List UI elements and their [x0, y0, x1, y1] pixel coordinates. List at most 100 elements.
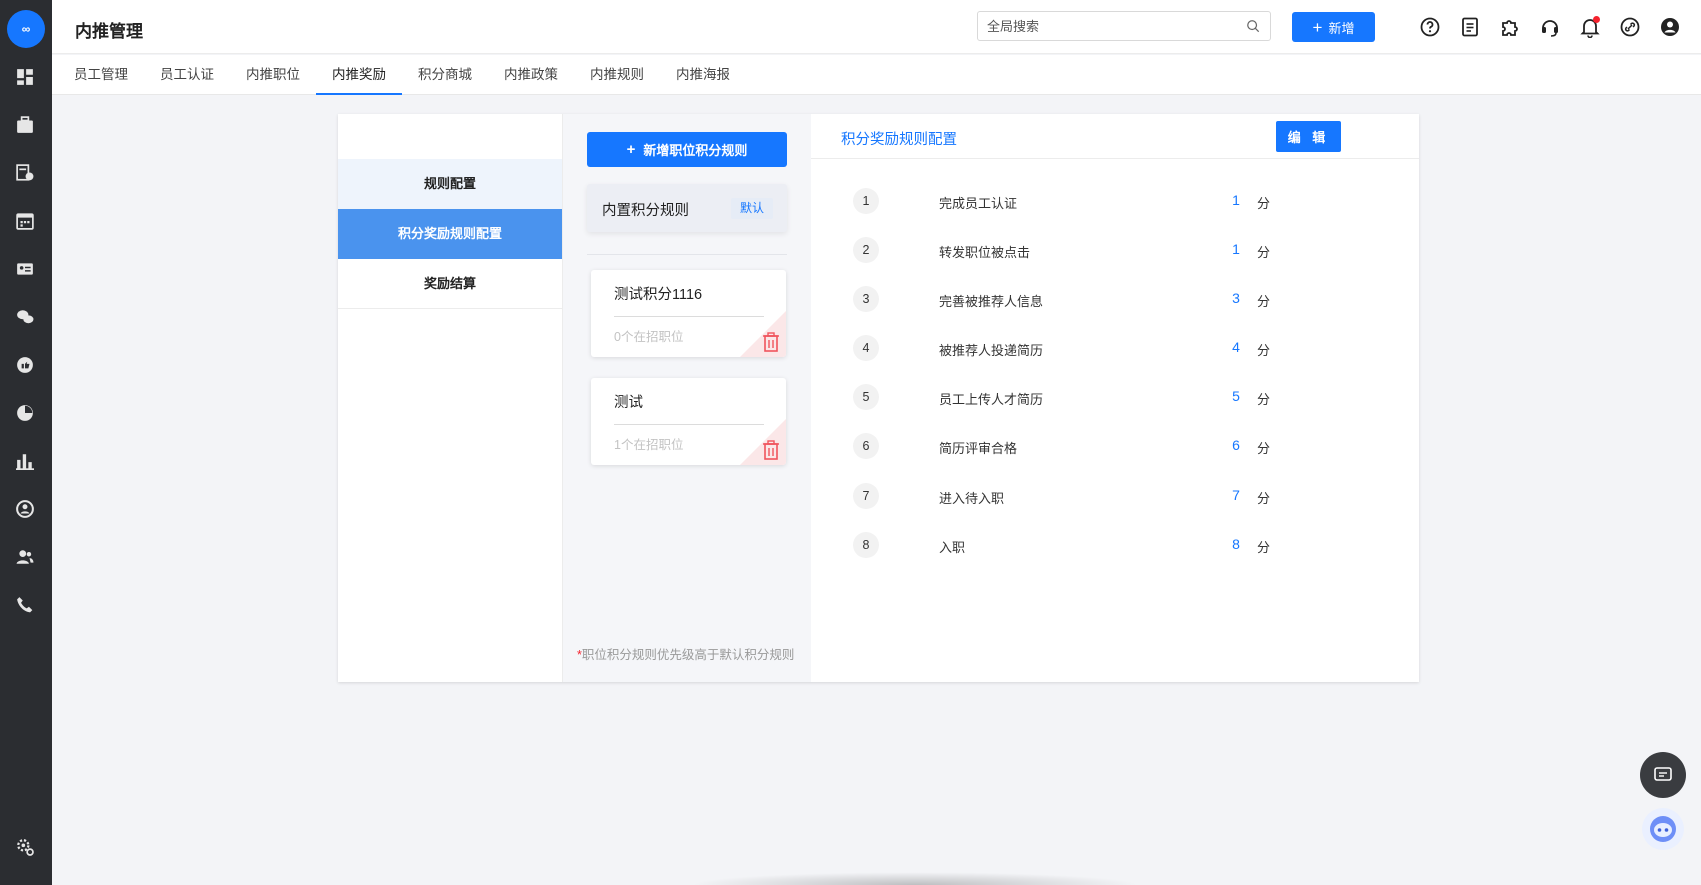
tab-referral-positions[interactable]: 内推职位 — [230, 55, 316, 95]
points-unit: 分 — [1257, 491, 1271, 506]
row-label: 入职 — [939, 540, 966, 555]
briefcase-icon[interactable] — [14, 114, 36, 136]
row-points: 1 — [1232, 192, 1240, 208]
tab-referral-rules[interactable]: 内推规则 — [574, 55, 660, 95]
settings-gear-icon[interactable] — [14, 836, 36, 858]
users-icon[interactable] — [14, 546, 36, 568]
app-logo[interactable]: ∞ — [7, 10, 45, 48]
tab-points-mall[interactable]: 积分商城 — [402, 55, 488, 95]
points-unit: 分 — [1257, 196, 1271, 211]
row-label: 进入待入职 — [939, 491, 1005, 506]
tab-referral-policy[interactable]: 内推政策 — [488, 55, 574, 95]
global-search[interactable] — [977, 11, 1271, 41]
row-label: 员工上传人才简历 — [939, 392, 1044, 407]
row-label: 被推荐人投递简历 — [939, 343, 1044, 358]
row-points: 4 — [1232, 339, 1240, 355]
reward-row: 5 员工上传人才简历 5 分 — [811, 384, 1419, 412]
row-points: 1 — [1232, 241, 1240, 257]
row-number: 3 — [853, 286, 879, 312]
help-icon[interactable] — [1419, 16, 1441, 38]
dashboard-icon[interactable] — [14, 66, 36, 88]
priority-note: *职位积分规则优先级高于默认积分规则 — [577, 644, 794, 663]
rule-name: 测试积分1116 — [614, 287, 703, 303]
thumbs-up-icon[interactable] — [14, 354, 36, 376]
tab-referral-posters[interactable]: 内推海报 — [660, 55, 746, 95]
plus-icon: + — [1312, 17, 1323, 37]
rule-card[interactable]: 测试 1个在招职位 — [591, 378, 786, 465]
delete-trash-icon[interactable] — [762, 440, 780, 460]
row-number: 1 — [853, 188, 879, 214]
reward-row: 3 完善被推荐人信息 3 分 — [811, 286, 1419, 314]
assistant-bot-button[interactable] — [1642, 808, 1684, 850]
priority-note-text: 职位积分规则优先级高于默认积分规则 — [581, 648, 795, 662]
divider — [587, 254, 787, 255]
rule-card[interactable]: 测试积分1116 0个在招职位 — [591, 270, 786, 357]
add-position-rule-button[interactable]: + 新增职位积分规则 — [587, 132, 787, 167]
points-unit: 分 — [1257, 392, 1271, 407]
tab-referral-rewards[interactable]: 内推奖励 — [316, 55, 402, 95]
rewards-card: 规则配置 积分奖励规则配置 奖励结算 + 新增职位积分规则 内置积分规则 默认 … — [338, 114, 1419, 682]
points-unit: 分 — [1257, 441, 1271, 456]
row-number: 5 — [853, 384, 879, 410]
puzzle-icon[interactable] — [1499, 16, 1521, 38]
chat-icon — [1654, 767, 1672, 781]
search-input[interactable] — [978, 12, 1228, 40]
add-new-button[interactable]: + 新增 — [1292, 12, 1375, 42]
menu-points-reward-config[interactable]: 积分奖励规则配置 — [338, 209, 562, 259]
calendar-icon[interactable] — [14, 210, 36, 232]
user-circle-icon[interactable] — [14, 498, 36, 520]
phone-icon[interactable] — [14, 594, 36, 616]
page-title: 内推管理 — [75, 22, 143, 41]
add-new-label: 新增 — [1328, 20, 1355, 36]
points-unit: 分 — [1257, 245, 1271, 260]
menu-rule-config[interactable]: 规则配置 — [338, 159, 562, 209]
edit-button[interactable]: 编 辑 — [1276, 121, 1341, 152]
reward-config-panel: 积分奖励规则配置 编 辑 1 完成员工认证 1 分 2 转发职位被点击 1 分 … — [811, 114, 1419, 682]
reward-row: 6 简历评审合格 6 分 — [811, 433, 1419, 461]
menu-reward-settlement[interactable]: 奖励结算 — [338, 259, 562, 309]
row-label: 转发职位被点击 — [939, 245, 1031, 260]
pie-chart-icon[interactable] — [14, 402, 36, 424]
wechat-icon[interactable] — [14, 306, 36, 328]
reward-row: 7 进入待入职 7 分 — [811, 483, 1419, 511]
row-points: 5 — [1232, 388, 1240, 404]
reward-row: 8 入职 8 分 — [811, 532, 1419, 560]
reward-row: 1 完成员工认证 1 分 — [811, 188, 1419, 216]
builtin-rule-name: 内置积分规则 — [602, 203, 689, 219]
robot-icon — [1650, 816, 1676, 842]
notification-dot — [1593, 16, 1600, 23]
chat-float-button[interactable] — [1640, 752, 1686, 798]
id-card-icon[interactable] — [14, 258, 36, 280]
top-header: 内推管理 + 新增 — [52, 0, 1701, 54]
row-number: 6 — [853, 433, 879, 459]
plus-icon: + — [626, 141, 636, 158]
row-points: 7 — [1232, 487, 1240, 503]
builtin-rule-item[interactable]: 内置积分规则 默认 — [587, 184, 787, 232]
add-position-rule-label: 新增职位积分规则 — [643, 143, 748, 158]
reward-row: 4 被推荐人投递简历 4 分 — [811, 335, 1419, 363]
points-unit: 分 — [1257, 540, 1271, 555]
account-icon[interactable] — [1659, 16, 1681, 38]
search-icon[interactable] — [1246, 19, 1260, 33]
notes-icon[interactable] — [1459, 16, 1481, 38]
config-title: 积分奖励规则配置 — [841, 132, 957, 148]
row-label: 完善被推荐人信息 — [939, 294, 1044, 309]
tab-employee-management[interactable]: 员工管理 — [58, 55, 144, 95]
row-points: 8 — [1232, 536, 1240, 552]
document-user-icon[interactable] — [14, 162, 36, 184]
headset-icon[interactable] — [1539, 16, 1561, 38]
row-points: 6 — [1232, 437, 1240, 453]
rule-position-count: 1个在招职位 — [614, 438, 684, 452]
settings-menu: 规则配置 积分奖励规则配置 奖励结算 — [338, 114, 563, 682]
row-number: 8 — [853, 532, 879, 558]
link-icon[interactable] — [1619, 16, 1641, 38]
tab-employee-verification[interactable]: 员工认证 — [144, 55, 230, 95]
bar-chart-icon[interactable] — [14, 450, 36, 472]
row-number: 4 — [853, 335, 879, 361]
row-number: 2 — [853, 237, 879, 263]
notification-bell-icon[interactable] — [1579, 16, 1601, 39]
rule-name: 测试 — [614, 395, 643, 411]
row-number: 7 — [853, 483, 879, 509]
default-badge: 默认 — [731, 198, 773, 219]
delete-trash-icon[interactable] — [762, 332, 780, 352]
